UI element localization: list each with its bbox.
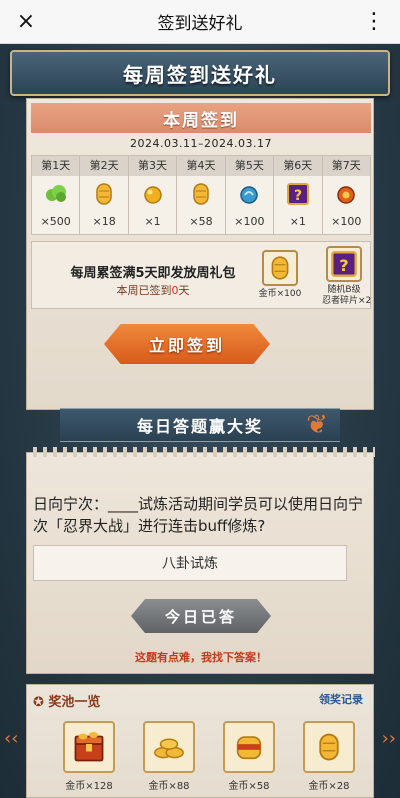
pool-item-label: 金币×128 <box>65 781 113 792</box>
page-title: 签到送好礼 <box>157 14 243 34</box>
prize-pool-title-text: 奖池一览 <box>48 695 101 710</box>
scroll-left-arrow-icon[interactable]: ‹‹ <box>4 728 18 749</box>
day-quantity: ×1 <box>289 215 306 228</box>
claim-record-link[interactable]: 领奖记录 <box>319 691 363 707</box>
day-cell-2[interactable]: 第2天 ×18 <box>80 156 129 234</box>
pool-item-frame <box>143 721 195 773</box>
header-title: 每周签到送好礼 <box>123 62 277 87</box>
quiz-banner: 每日答题赢大奖 <box>60 408 340 442</box>
header-banner: 每周签到送好礼 <box>10 50 390 96</box>
day-cell-7[interactable]: 第7天 ×100 <box>322 156 370 234</box>
day-label: 第7天 <box>322 156 370 176</box>
close-icon[interactable]: × <box>12 8 40 36</box>
pool-item-frame <box>63 721 115 773</box>
day-label: 第6天 <box>274 156 322 176</box>
day-label: 第4天 <box>177 156 225 176</box>
day-label: 第2天 <box>80 156 128 176</box>
reward-frame <box>262 250 298 286</box>
days-grid: 第1天 ×500 第2天 ×18 第3天 ×1 第4天 ×58 第5天 ×100… <box>31 155 371 235</box>
quiz-hint-link[interactable]: 这题有点难，我找下答案！ <box>27 649 375 665</box>
quiz-answer[interactable]: 八卦试炼 <box>33 545 347 581</box>
scroll-right-arrow-icon[interactable]: ›› <box>382 728 396 749</box>
pool-item-label: 金币×28 <box>308 781 350 792</box>
svg-text:?: ? <box>339 256 348 275</box>
green-cloud-icon <box>45 185 66 202</box>
sign-in-button[interactable]: 立即签到 <box>104 324 270 364</box>
day-label: 第5天 <box>225 156 274 176</box>
pool-item-label: 金币×88 <box>148 781 190 792</box>
day-quantity: ×58 <box>189 215 213 228</box>
prize-pool-panel: ✪ 奖池一览 领奖记录 金币×128 金币×88 金币×58 金币×28 <box>26 684 374 798</box>
reward-frame: ? <box>326 246 362 282</box>
progress-prefix: 本周已签到 <box>116 284 172 297</box>
date-range: 2024.03.11–2024.03.17 <box>130 137 272 150</box>
reward-label-line1: 随机B级 <box>327 285 361 295</box>
pool-item-1[interactable]: 金币×128 <box>61 721 117 795</box>
gold-orb-icon <box>143 186 162 204</box>
weekly-signin-title: 本周签到 <box>163 110 239 131</box>
day-cell-1[interactable]: 第1天 ×500 <box>32 156 81 234</box>
weekly-signin-header: 本周签到 <box>31 103 371 133</box>
day-label: 第1天 <box>32 156 80 176</box>
progress-suffix: 天 <box>178 284 190 297</box>
pool-item-frame <box>303 721 355 773</box>
pool-item-frame <box>223 721 275 773</box>
more-icon[interactable]: ⋮ <box>360 8 388 36</box>
day-label: 第3天 <box>128 156 177 176</box>
day-cell-3[interactable]: 第3天 ×1 <box>128 156 178 234</box>
day-cell-6[interactable]: 第6天 ? ×1 <box>274 156 323 234</box>
coin-chest-icon <box>74 732 104 762</box>
mystery-box-icon: ? <box>331 251 357 277</box>
day-quantity: ×1 <box>144 215 161 228</box>
red-orb-icon <box>337 186 355 204</box>
pool-item-label: 金币×58 <box>228 781 270 792</box>
weekly-progress-text: 本周已签到0天 <box>38 282 268 298</box>
torn-edge <box>27 447 375 457</box>
reward-coins[interactable]: 金币×100 <box>258 250 302 300</box>
blue-orb-icon <box>240 186 259 204</box>
pool-item-2[interactable]: 金币×88 <box>141 721 197 795</box>
day-cell-5[interactable]: 第5天 ×100 <box>225 156 275 234</box>
weekly-bonus-text: 每周累签满5天即发放周礼包 <box>70 266 236 281</box>
pool-item-4[interactable]: 金币×28 <box>301 721 357 795</box>
day-quantity: ×100 <box>331 215 362 228</box>
answered-today-button[interactable]: 今日已答 <box>131 599 271 633</box>
reward-fragments[interactable]: ? 随机B级 忍者碎片×2 <box>322 246 372 307</box>
quiz-banner-title: 每日答题赢大奖 <box>136 417 263 436</box>
swirl-ornament-right-icon: ❦ <box>306 410 328 440</box>
reward-label-line2: 忍者碎片×2 <box>322 296 372 306</box>
day-cell-4[interactable]: 第4天 ×58 <box>177 156 226 234</box>
star-icon: ✪ <box>33 695 49 710</box>
coin-icon <box>193 183 209 205</box>
top-bar: × 签到送好礼 ⋮ <box>0 0 400 44</box>
mystery-box-icon: ? <box>286 183 309 205</box>
coin-pile-icon <box>154 738 184 759</box>
day-quantity: ×500 <box>40 215 71 228</box>
coin-icon <box>271 256 289 280</box>
day-quantity: ×18 <box>92 215 116 228</box>
sign-in-label: 立即签到 <box>148 336 225 355</box>
pool-item-3[interactable]: 金币×58 <box>221 721 277 795</box>
quiz-question: 日向宁次：____试炼活动期间学员可以使用日向宁次「忍界大战」进行连击buff修… <box>33 495 364 535</box>
coin-bundle-icon <box>236 736 262 760</box>
prize-pool-title: ✪ 奖池一览 <box>33 691 100 710</box>
coin-icon <box>319 733 339 761</box>
quiz-panel: 日向宁次：____试炼活动期间学员可以使用日向宁次「忍界大战」进行连击buff修… <box>26 447 375 674</box>
coin-icon <box>96 183 112 205</box>
prize-pool-list: 金币×128 金币×88 金币×58 金币×28 <box>61 721 357 795</box>
svg-text:?: ? <box>294 188 302 204</box>
reward-label: 金币×100 <box>258 289 302 299</box>
progress-count: 0 <box>171 284 179 297</box>
weekly-bonus-box: 每周累签满5天即发放周礼包 本周已签到0天 金币×100 ? 随机B级 忍者碎片… <box>31 241 371 309</box>
day-quantity: ×100 <box>234 215 265 228</box>
answered-today-label: 今日已答 <box>164 607 237 626</box>
